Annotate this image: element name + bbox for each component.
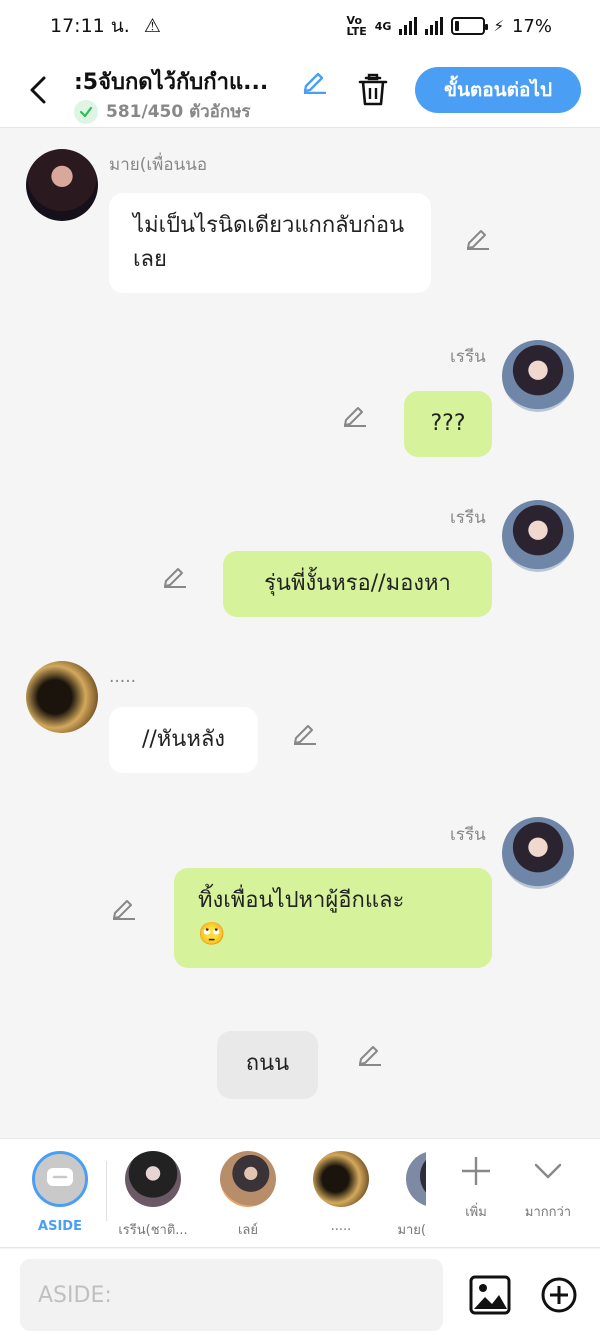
- character-avatar: [220, 1151, 276, 1207]
- add-label: เพิ่ม: [465, 1205, 487, 1220]
- sender-name: เรรีน: [450, 508, 486, 528]
- edit-pencil-icon[interactable]: [340, 400, 368, 428]
- chat-bubble-left[interactable]: //หันหลัง: [109, 707, 258, 773]
- shadow-avatar[interactable]: [26, 661, 98, 733]
- editor-header: :5จับกดไว้กับกำแ... 581/450 ตัวอักษร ขั้…: [0, 52, 600, 128]
- add-circle-icon[interactable]: [540, 1276, 578, 1314]
- add-character-button[interactable]: เพิ่ม: [446, 1153, 506, 1222]
- signal-icon-2: [425, 17, 444, 35]
- edit-title-pencil-icon[interactable]: [300, 66, 328, 94]
- divider: [106, 1161, 107, 1221]
- sender-name: เรรีน: [450, 825, 486, 845]
- aside-bubble[interactable]: ถนน: [217, 1031, 318, 1099]
- edit-pencil-icon[interactable]: [160, 561, 188, 589]
- battery-percent: 17%: [511, 15, 552, 37]
- more-button[interactable]: มากกว่า: [518, 1153, 578, 1222]
- character-lay[interactable]: เลย์: [203, 1151, 293, 1240]
- check-icon: [74, 99, 98, 124]
- character-label: เลย์: [237, 1223, 259, 1238]
- chat-area: มาย(เพื่อนนอ ไม่เป็นไรนิดเดียวแกกลับก่อน…: [0, 129, 600, 1137]
- emoji: 🙄: [198, 922, 226, 947]
- chat-bubble-right[interactable]: ทิ้งเพื่อนไปหาผู้อีกและ 🙄: [174, 868, 492, 968]
- girl-anime-avatar[interactable]: [502, 500, 574, 572]
- chat-bubble-right[interactable]: รุ่นพี่งั้นหรอ//มองหา: [223, 551, 492, 617]
- character-count: 581/450 ตัวอักษร: [74, 98, 251, 125]
- charging-icon: ⚡: [493, 17, 504, 35]
- volte-icon: Vo LTE: [346, 14, 367, 38]
- back-arrow-icon[interactable]: [24, 70, 50, 110]
- sender-name: เรรีน: [450, 347, 486, 367]
- network-type: 4G: [374, 19, 392, 33]
- plus-icon: [462, 1157, 490, 1185]
- aside-chat-icon: [32, 1151, 88, 1207]
- character-label: ASIDE: [38, 1219, 82, 1234]
- character-label: .....: [330, 1219, 352, 1234]
- edit-pencil-icon[interactable]: [109, 893, 137, 921]
- character-mai[interactable]: มาย(: [380, 1151, 426, 1240]
- input-bar: [0, 1249, 600, 1343]
- girl-dark-avatar[interactable]: [26, 149, 98, 221]
- warning-icon: ⚠: [143, 15, 161, 37]
- girl-anime-avatar[interactable]: [502, 340, 574, 412]
- signal-icon: [399, 17, 418, 35]
- character-label: เรรีน(ชาติ...: [118, 1223, 188, 1238]
- sender-name: .....: [109, 667, 137, 687]
- trash-icon[interactable]: [356, 72, 390, 108]
- character-avatar: [406, 1151, 426, 1207]
- episode-title[interactable]: :5จับกดไว้กับกำแ...: [74, 64, 268, 99]
- edit-pencil-icon[interactable]: [290, 718, 318, 746]
- chat-bubble-left[interactable]: ไม่เป็นไรนิดเดียวแกกลับก่อนเลย: [109, 193, 431, 293]
- sender-name: มาย(เพื่อนนอ: [109, 155, 208, 175]
- message-text: ทิ้งเพื่อนไปหาผู้อีกและ: [198, 888, 405, 913]
- character-selector: ASIDE เรรีน(ชาติ... เลย์ ..... มาย( เพิ่…: [0, 1138, 600, 1248]
- character-label: มาย(: [397, 1223, 426, 1238]
- battery-icon: [451, 17, 489, 35]
- next-step-button[interactable]: ขั้นตอนต่อไป: [415, 67, 581, 113]
- edit-pencil-icon[interactable]: [355, 1039, 383, 1067]
- status-icons: Vo LTE 4G ⚡ 17%: [347, 15, 552, 37]
- character-aside[interactable]: ASIDE: [15, 1151, 105, 1234]
- character-unknown[interactable]: .....: [296, 1151, 386, 1234]
- status-time: 17:11 น.: [50, 15, 130, 37]
- edit-pencil-icon[interactable]: [463, 223, 491, 251]
- status-bar: 17:11 น. ⚠ Vo LTE 4G ⚡ 17%: [0, 0, 600, 52]
- more-label: มากกว่า: [524, 1205, 572, 1220]
- character-reerin[interactable]: เรรีน(ชาติ...: [108, 1151, 198, 1240]
- character-avatar: [125, 1151, 181, 1207]
- character-avatar: [313, 1151, 369, 1207]
- char-count-text: 581/450 ตัวอักษร: [106, 102, 251, 122]
- aside-input[interactable]: [20, 1259, 443, 1331]
- girl-anime-avatar[interactable]: [502, 817, 574, 889]
- chat-bubble-right[interactable]: ???: [404, 391, 492, 457]
- chevron-down-icon: [534, 1163, 562, 1179]
- image-icon[interactable]: [469, 1275, 511, 1315]
